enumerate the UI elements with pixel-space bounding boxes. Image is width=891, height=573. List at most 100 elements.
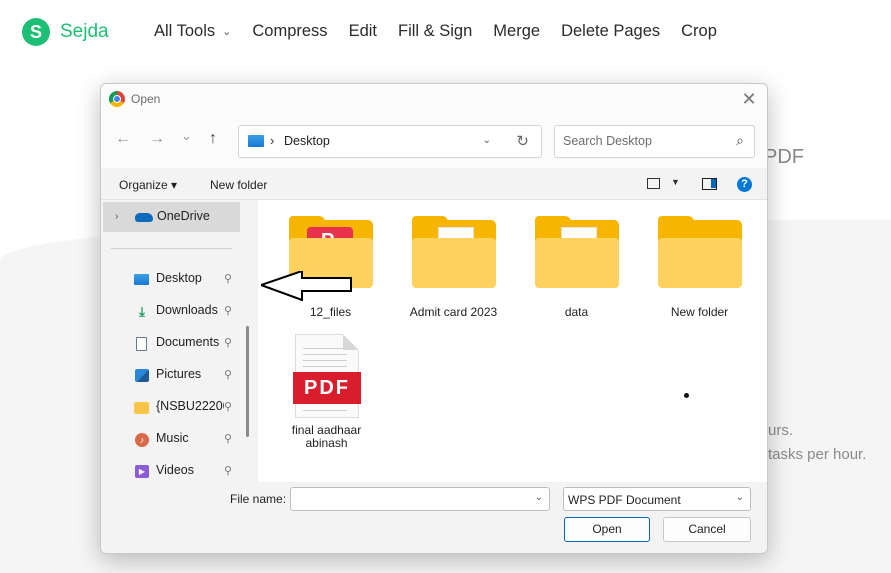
file-name: New folder	[670, 305, 729, 319]
breadcrumb-separator: ›	[270, 133, 275, 148]
preview-pane-icon[interactable]	[702, 178, 717, 190]
file-type-select[interactable]: WPS PDF Document ⌄	[563, 487, 751, 511]
sidebar-item-music[interactable]: ♪ Music ⚲	[131, 428, 239, 452]
up-arrow-icon[interactable]: ↑	[209, 130, 217, 148]
new-folder-button[interactable]: New folder	[210, 178, 267, 192]
logo-icon: S	[22, 18, 50, 46]
music-icon: ♪	[134, 432, 150, 448]
file-name: final aadhaar abinash	[291, 424, 362, 450]
bg-text-fragment-2: tasks per hour.	[768, 446, 867, 463]
organize-button[interactable]: Organize ▾	[119, 178, 177, 192]
file-list: 12_files Admit card 2023 data New fold	[258, 200, 767, 482]
navigation-bar: ← → ⌄ ↑ › Desktop ⌄ ↻ Search Desktop ⌕	[101, 116, 767, 168]
file-name-field[interactable]: ⌄	[290, 487, 550, 511]
desktop-icon	[134, 272, 150, 288]
pictures-icon	[134, 368, 150, 384]
file-item-new-folder[interactable]: New folder	[647, 216, 752, 320]
sidebar-divider	[111, 248, 232, 249]
file-item-data[interactable]: data	[524, 216, 629, 320]
nav-compress[interactable]: Compress	[252, 22, 327, 41]
chrome-icon	[109, 91, 125, 107]
desktop-icon	[248, 135, 264, 147]
dialog-title: Open	[131, 92, 161, 106]
bg-heading-fragment: PDF	[764, 146, 804, 168]
pin-icon: ⚲	[224, 273, 233, 285]
chevron-down-icon[interactable]: ⌄	[483, 135, 491, 146]
view-dropdown-icon[interactable]: ▼	[671, 177, 680, 187]
file-item-final-aadhaar-pdf[interactable]: PDF final aadhaar abinash	[258, 334, 398, 454]
sidebar-item-desktop[interactable]: Desktop ⚲	[131, 268, 239, 292]
search-placeholder: Search Desktop	[563, 134, 652, 148]
dialog-titlebar[interactable]: Open ✕	[101, 84, 767, 116]
pin-icon: ⚲	[224, 433, 233, 445]
nav-delete-pages[interactable]: Delete Pages	[561, 22, 660, 41]
sidebar-item-label: Videos	[156, 463, 194, 477]
nav-merge[interactable]: Merge	[493, 22, 540, 41]
close-icon[interactable]: ✕	[739, 89, 759, 110]
brand-name: Sejda	[60, 21, 109, 42]
nav-edit[interactable]: Edit	[349, 22, 377, 41]
pin-icon: ⚲	[224, 401, 233, 413]
stray-dot	[684, 393, 689, 398]
pin-icon: ⚲	[224, 369, 233, 381]
sidebar-item-videos[interactable]: ▶ Videos ⚲	[131, 460, 239, 482]
open-file-dialog: Open ✕ ← → ⌄ ↑ › Desktop ⌄ ↻ Search Desk…	[100, 83, 768, 554]
refresh-icon[interactable]: ↻	[516, 132, 529, 150]
documents-icon	[134, 336, 150, 352]
sidebar-item-onedrive[interactable]: › OneDrive	[103, 202, 240, 232]
file-name: data	[564, 305, 589, 319]
breadcrumb-desktop[interactable]: Desktop	[284, 134, 330, 148]
pin-icon: ⚲	[224, 337, 233, 349]
command-bar: Organize ▾ New folder ▼ ?	[101, 168, 767, 200]
sidebar-item-label: OneDrive	[157, 209, 210, 223]
help-icon[interactable]: ?	[737, 177, 752, 192]
bg-text-fragment-1: urs.	[768, 422, 794, 439]
videos-icon: ▶	[134, 464, 150, 480]
nav-crop[interactable]: Crop	[681, 22, 717, 41]
dialog-footer: File name: ⌄ WPS PDF Document ⌄ Open Can…	[101, 482, 767, 553]
sidebar-item-downloads[interactable]: ⤓ Downloads ⚲	[131, 300, 239, 324]
search-input[interactable]: Search Desktop ⌕	[554, 125, 755, 158]
sidebar-item-label: Documents	[156, 335, 220, 349]
file-type-value: WPS PDF Document	[568, 493, 681, 507]
expand-chevron-icon[interactable]: ›	[115, 211, 118, 222]
file-name: 12_files	[309, 305, 352, 319]
chevron-down-icon[interactable]: ⌄	[535, 492, 543, 503]
main-nav: All Tools ⌄ Compress Edit Fill & Sign Mer…	[154, 22, 738, 41]
sidebar-item-nsbu-folder[interactable]: {NSBU222005 ⚲	[131, 396, 239, 420]
folder-icon	[535, 216, 619, 288]
cancel-button[interactable]: Cancel	[663, 517, 751, 542]
sidebar-item-label: {NSBU222005	[156, 399, 224, 413]
site-header: S Sejda All Tools ⌄ Compress Edit Fill & …	[0, 0, 891, 66]
file-item-12-files[interactable]: 12_files	[278, 216, 383, 320]
chevron-down-icon: ⌄	[735, 492, 744, 503]
view-icon[interactable]	[647, 178, 660, 189]
sidebar-scrollbar[interactable]	[246, 326, 249, 437]
sidebar-item-pictures[interactable]: Pictures ⚲	[131, 364, 239, 388]
pdf-badge: PDF	[293, 372, 361, 404]
open-button[interactable]: Open	[564, 517, 650, 542]
nav-fill-sign[interactable]: Fill & Sign	[398, 22, 472, 41]
sidebar-item-label: Desktop	[156, 271, 202, 285]
pdf-file-icon: PDF	[293, 334, 361, 419]
sidebar-item-label: Downloads	[156, 303, 218, 317]
pin-icon: ⚲	[224, 465, 233, 477]
cloud-icon	[135, 213, 153, 222]
recent-locations-icon[interactable]: ⌄	[181, 128, 192, 144]
pin-icon: ⚲	[224, 305, 233, 317]
sejda-logo[interactable]: S Sejda	[22, 18, 109, 46]
sidebar-item-label: Music	[156, 431, 189, 445]
back-arrow-icon[interactable]: ←	[115, 130, 131, 148]
forward-arrow-icon[interactable]: →	[149, 130, 165, 148]
sidebar-item-documents[interactable]: Documents ⚲	[131, 332, 239, 356]
search-icon: ⌕	[736, 132, 744, 148]
address-bar[interactable]: › Desktop ⌄ ↻	[238, 125, 542, 158]
download-icon: ⤓	[139, 304, 145, 319]
folder-icon	[658, 216, 742, 288]
file-item-admit-card[interactable]: Admit card 2023	[401, 216, 506, 320]
file-name: Admit card 2023	[409, 305, 498, 319]
nav-all-tools[interactable]: All Tools ⌄	[154, 22, 231, 41]
navigation-pane: › OneDrive Desktop ⚲ ⤓ Downloads ⚲ Docum…	[101, 200, 256, 482]
file-name-input[interactable]	[291, 488, 527, 510]
folder-icon	[134, 400, 150, 416]
